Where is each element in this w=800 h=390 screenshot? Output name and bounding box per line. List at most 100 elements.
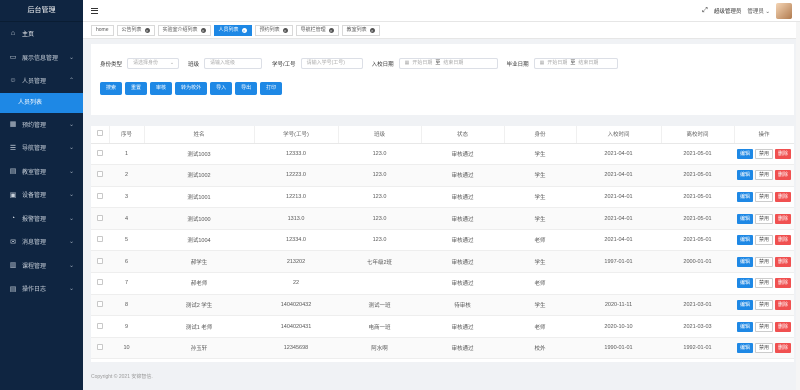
identity-label: 身份类型	[100, 61, 123, 68]
select-all-checkbox[interactable]	[91, 126, 110, 144]
chevron-down-icon: ⌄	[68, 54, 74, 61]
calendar-icon: ▦	[9, 121, 17, 129]
row-checkbox[interactable]	[91, 143, 109, 166]
close-icon[interactable]: ×	[241, 27, 247, 33]
delete-button[interactable]: 删除	[775, 321, 792, 332]
disable-button[interactable]: 禁用	[754, 299, 773, 310]
disable-button[interactable]: 禁用	[754, 148, 773, 159]
sidebar-item-0[interactable]: ⌂ 主页	[0, 22, 83, 46]
enroll-date-range[interactable]: ▦ 开始日期 至 结束日期	[398, 58, 498, 69]
edit-button[interactable]: 编辑	[736, 170, 753, 181]
fullscreen-icon[interactable]: ⤢	[702, 7, 708, 15]
disable-button[interactable]: 禁用	[754, 191, 773, 202]
page-scrollbar[interactable]	[796, 22, 800, 390]
row-checkbox[interactable]	[91, 250, 109, 274]
delete-button[interactable]: 删除	[775, 148, 792, 159]
tab-bar: home 公告列表 × 实验室介绍列表 × 人员列表 × 预约列表 × 导航栏管理 × 教室列表 ×	[83, 22, 800, 39]
row-checkbox[interactable]	[91, 164, 109, 187]
edit-button[interactable]: 编辑	[736, 343, 753, 354]
user-menu[interactable]: 管理员 ⌄	[747, 7, 770, 15]
disable-button[interactable]: 禁用	[754, 170, 773, 181]
edit-button[interactable]: 编辑	[736, 256, 753, 267]
row-checkbox[interactable]	[91, 294, 109, 317]
tab-2[interactable]: 实验室介绍列表 ×	[157, 24, 211, 36]
action-button-5[interactable]: 导出	[235, 82, 258, 95]
table-cell: 1404020432	[254, 294, 338, 317]
sidebar-subitem-person-list[interactable]: 人员列表	[0, 92, 83, 113]
disable-button[interactable]: 禁用	[754, 235, 773, 246]
row-checkbox[interactable]	[91, 207, 109, 230]
grad-date-range[interactable]: ▦ 开始日期 至 结束日期	[533, 58, 618, 69]
row-checkbox[interactable]	[91, 337, 109, 360]
table-cell: 测试1003	[144, 143, 254, 166]
sidebar-item-4[interactable]: ☰ 导航管理 ⌄	[0, 136, 83, 160]
row-checkbox[interactable]	[91, 315, 109, 338]
edit-button[interactable]: 编辑	[736, 321, 753, 332]
delete-button[interactable]: 删除	[775, 235, 792, 246]
close-icon[interactable]: ×	[328, 27, 334, 33]
edit-button[interactable]: 编辑	[736, 213, 753, 224]
table-row: 7 郝老师 22 审核通过 老师 编辑 禁用 删除	[91, 272, 794, 295]
table-cell: 2021-04-01	[576, 164, 661, 187]
delete-button[interactable]: 删除	[775, 191, 792, 202]
disable-button[interactable]: 禁用	[754, 278, 773, 289]
close-icon[interactable]: ×	[144, 27, 150, 33]
sidebar-item-2[interactable]: ☺ 人员管理 ⌃	[0, 69, 83, 93]
action-button-6[interactable]: 打印	[260, 82, 283, 95]
class-input[interactable]: 请输入班级	[204, 58, 263, 69]
delete-button[interactable]: 删除	[775, 299, 792, 310]
disable-button[interactable]: 禁用	[754, 321, 773, 332]
delete-button[interactable]: 删除	[775, 256, 792, 267]
sidebar-item-5[interactable]: ▤ 教室管理 ⌄	[0, 160, 83, 184]
action-button-1[interactable]: 重置	[125, 82, 148, 95]
action-button-2[interactable]: 审核	[150, 82, 173, 95]
disable-button[interactable]: 禁用	[754, 343, 773, 354]
close-icon[interactable]: ×	[369, 27, 375, 33]
sidebar-item-6[interactable]: ▣ 设备管理 ⌄	[0, 183, 83, 207]
disable-button[interactable]: 禁用	[754, 213, 773, 224]
action-button-3[interactable]: 转为校外	[175, 82, 208, 95]
delete-button[interactable]: 删除	[775, 170, 792, 181]
edit-button[interactable]: 编辑	[736, 191, 753, 202]
table-cell: 1992-01-01	[661, 337, 734, 360]
tab-1[interactable]: 公告列表 ×	[116, 24, 155, 36]
tab-3[interactable]: 人员列表 ×	[213, 24, 252, 36]
disable-button[interactable]: 禁用	[754, 256, 773, 267]
edit-button[interactable]: 编辑	[736, 148, 753, 159]
tab-5[interactable]: 导航栏管理 ×	[295, 24, 339, 36]
row-checkbox[interactable]	[91, 229, 109, 252]
row-checkbox[interactable]	[91, 186, 109, 209]
sidebar-item-8[interactable]: ✉ 消息管理 ⌄	[0, 230, 83, 254]
delete-button[interactable]: 删除	[775, 213, 792, 224]
action-button-4[interactable]: 导入	[210, 82, 233, 95]
column-header: 学号(工号)	[254, 126, 339, 144]
close-icon[interactable]: ×	[200, 27, 206, 33]
table-cell: 老师	[504, 315, 576, 338]
edit-button[interactable]: 编辑	[736, 235, 753, 246]
tab-6[interactable]: 教室列表 ×	[341, 24, 380, 36]
table-cell: 1997-01-01	[576, 250, 661, 274]
calendar-icon: ▦	[404, 60, 410, 66]
tab-4[interactable]: 预约列表 ×	[254, 24, 293, 36]
identity-select[interactable]: 请选择身份 ⌄	[127, 58, 180, 69]
table-row: 9 测试1 老师 1404020431 电商一班 审核通过 老师 2020-10-10 202…	[91, 315, 794, 338]
edit-button[interactable]: 编辑	[736, 278, 753, 289]
tab-label: 人员列表	[218, 27, 239, 33]
menu-toggle-icon[interactable]	[91, 7, 98, 14]
action-button-0[interactable]: 搜索	[100, 82, 123, 95]
close-icon[interactable]: ×	[282, 27, 288, 33]
table-cell: 2020-10-10	[576, 315, 661, 338]
sidebar-item-10[interactable]: ▤ 操作日志 ⌄	[0, 277, 83, 301]
sidebar-item-1[interactable]: ▭ 展示信息管理 ⌄	[0, 46, 83, 70]
id-input[interactable]: 请输入学号(工号)	[300, 58, 363, 69]
sidebar-item-3[interactable]: ▦ 预约管理 ⌄	[0, 113, 83, 137]
sidebar-item-7[interactable]: ◔ 报警管理 ⌄	[0, 207, 83, 231]
chevron-down-icon: ⌄	[68, 121, 74, 128]
edit-button[interactable]: 编辑	[736, 299, 753, 310]
avatar[interactable]	[776, 3, 792, 19]
row-checkbox[interactable]	[91, 272, 109, 295]
tab-0[interactable]: home	[91, 24, 114, 36]
delete-button[interactable]: 删除	[775, 278, 792, 289]
sidebar-item-9[interactable]: ▥ 课程管理 ⌄	[0, 254, 83, 278]
delete-button[interactable]: 删除	[775, 343, 792, 354]
